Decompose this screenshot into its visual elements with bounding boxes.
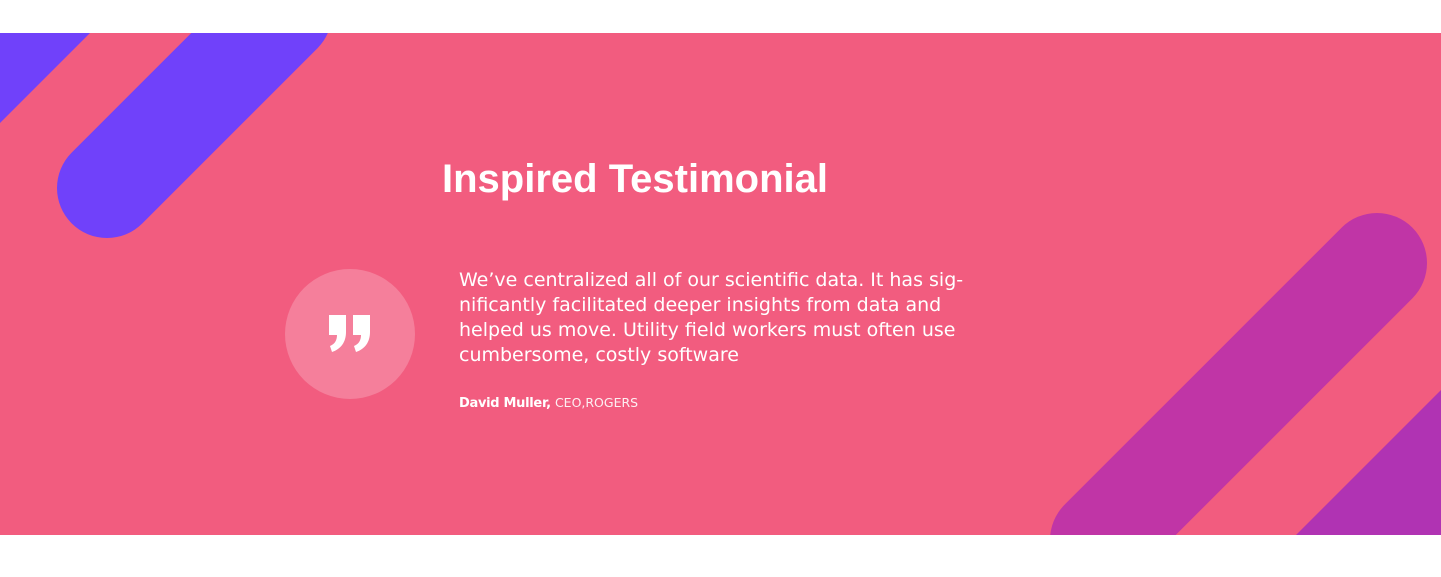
quote-line: helped us move. Utility field workers mu… <box>459 319 956 341</box>
testimonial-author: David Muller, CEO,ROGERS <box>459 395 638 412</box>
quote-line: cumbersome, costly software <box>459 344 739 366</box>
author-role: CEO,ROGERS <box>554 395 639 410</box>
testimonial-quote: We’ve centralized all of our scientific … <box>459 268 999 368</box>
closing-quote-icon <box>329 315 370 352</box>
quote-line: We’ve centralized all of our scientific … <box>459 269 964 291</box>
testimonial-section: Inspired Testimonial We’ve centralized a… <box>0 33 1441 535</box>
author-name: David Muller, <box>459 396 551 411</box>
quote-badge <box>285 269 415 399</box>
section-title: Inspired Testimonial <box>442 157 828 201</box>
page: Inspired Testimonial We’ve centralized a… <box>0 0 1441 577</box>
quote-line: nificantly facilitated deeper insights f… <box>459 294 942 316</box>
